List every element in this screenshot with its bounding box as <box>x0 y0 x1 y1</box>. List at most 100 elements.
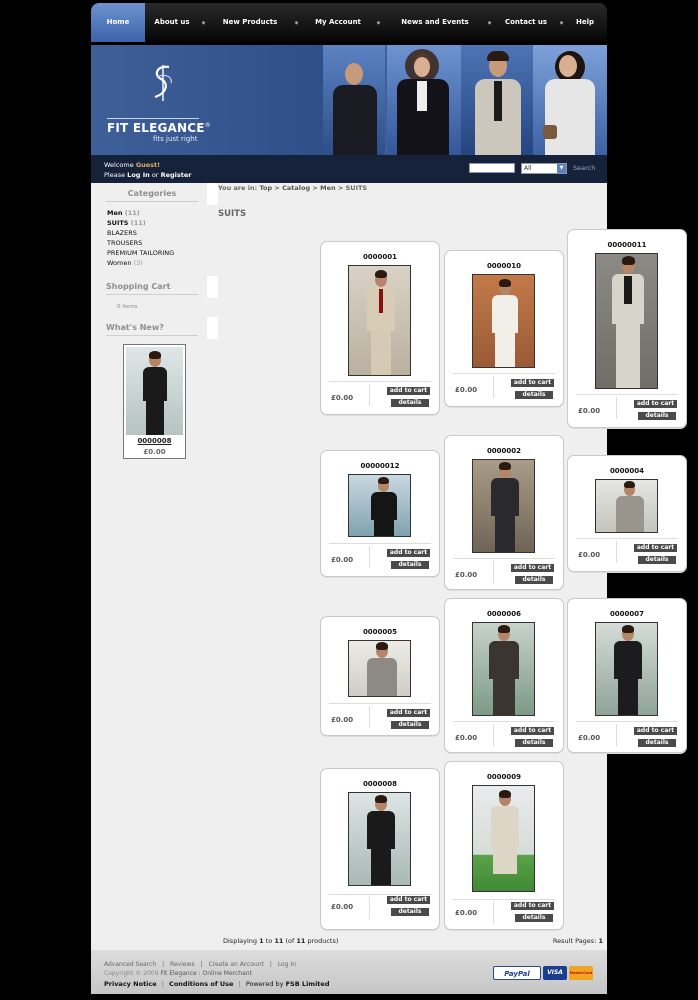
product-image[interactable] <box>595 253 658 389</box>
breadcrumb-men[interactable]: Men <box>320 184 336 192</box>
product-code[interactable]: 0000006 <box>445 610 563 618</box>
chevron-down-icon: ▼ <box>557 164 566 173</box>
add-to-cart-button[interactable]: add to cart <box>511 379 554 387</box>
add-to-cart-button[interactable]: add to cart <box>387 896 430 904</box>
details-button[interactable]: details <box>638 556 676 564</box>
hero-banner: FIT ELEGANCE® fits just right <box>91 45 607 155</box>
product-code[interactable]: 0000004 <box>568 467 686 475</box>
product-price: £0.00 <box>578 734 601 742</box>
brand-logo[interactable]: FIT ELEGANCE® fits just right <box>107 59 211 149</box>
product-code[interactable]: 00000011 <box>568 241 686 249</box>
product-image[interactable] <box>595 622 658 716</box>
nav-home[interactable]: Home <box>91 3 145 42</box>
product-image[interactable] <box>348 640 411 697</box>
product-code[interactable]: 0000002 <box>445 447 563 455</box>
breadcrumb-top[interactable]: Top <box>259 184 272 192</box>
nav-news-events[interactable]: News and Events <box>399 3 471 42</box>
nav-help[interactable]: Help <box>569 3 601 42</box>
star-icon: ✷ <box>376 20 382 27</box>
search-button[interactable]: Search <box>573 164 595 172</box>
product-image[interactable] <box>472 274 535 368</box>
product-image[interactable] <box>472 459 535 553</box>
add-to-cart-button[interactable]: add to cart <box>511 902 554 910</box>
add-to-cart-button[interactable]: add to cart <box>387 709 430 717</box>
add-to-cart-button[interactable]: add to cart <box>387 387 430 395</box>
details-button[interactable]: details <box>638 739 676 747</box>
product-code[interactable]: 0000007 <box>568 610 686 618</box>
product-price: £0.00 <box>331 394 354 402</box>
product-image[interactable] <box>472 785 535 892</box>
create-account-link[interactable]: Create an Account <box>208 961 263 968</box>
product-image[interactable] <box>595 479 658 533</box>
welcome-message: Welcome Guest! Please Log In or Register <box>104 161 192 179</box>
category-suits[interactable]: SUITS (11) <box>107 219 146 227</box>
page-current[interactable]: 1 <box>598 937 603 945</box>
nav-my-account[interactable]: My Account <box>309 3 367 42</box>
login-link[interactable]: Log In <box>127 171 150 179</box>
add-to-cart-button[interactable]: add to cart <box>634 544 677 552</box>
product-code[interactable]: 00000012 <box>321 462 439 470</box>
register-link[interactable]: Register <box>161 171 192 179</box>
category-blazers[interactable]: BLAZERS <box>107 229 137 237</box>
details-button[interactable]: details <box>515 914 553 922</box>
breadcrumb: You are in: Top > Catalog > Men > SUITS <box>218 184 368 192</box>
product-code[interactable]: 0000008 <box>321 780 439 788</box>
product-price: £0.00 <box>331 716 354 724</box>
whats-new-product[interactable]: 0000008 £0.00 <box>123 344 186 459</box>
nav-about-us[interactable]: About us <box>149 3 195 42</box>
whats-new-heading[interactable]: What's New? <box>106 323 198 336</box>
product-price: £0.00 <box>455 734 478 742</box>
fsb-limited-link[interactable]: FSB Limited <box>286 980 330 988</box>
product-image[interactable] <box>348 474 411 537</box>
logo-divider <box>107 118 199 119</box>
product-image[interactable] <box>472 622 535 716</box>
product-card: 0000005 £0.00 add to cart details <box>320 616 440 736</box>
product-price: £0.00 <box>578 551 601 559</box>
reviews-link[interactable]: Reviews <box>170 961 195 968</box>
star-icon: ✷ <box>201 20 207 27</box>
nav-contact-us[interactable]: Contact us <box>501 3 551 42</box>
product-code[interactable]: 0000010 <box>445 262 563 270</box>
breadcrumb-catalog[interactable]: Catalog <box>282 184 310 192</box>
product-card: 0000004 £0.00 add to cart details <box>567 455 687 572</box>
brand-name: FIT ELEGANCE® <box>107 121 211 135</box>
product-code[interactable]: 0000001 <box>321 253 439 261</box>
product-price: £0.00 <box>455 909 478 917</box>
advanced-search-link[interactable]: Advanced Search <box>104 961 156 968</box>
add-to-cart-button[interactable]: add to cart <box>634 400 677 408</box>
add-to-cart-button[interactable]: add to cart <box>387 549 430 557</box>
category-women[interactable]: Women (3) <box>107 259 143 267</box>
footer-login-link[interactable]: Log In <box>278 961 296 968</box>
product-code-link[interactable]: 0000008 <box>124 437 185 445</box>
details-button[interactable]: details <box>515 391 553 399</box>
details-button[interactable]: details <box>515 576 553 584</box>
add-to-cart-button[interactable]: add to cart <box>511 564 554 572</box>
mastercard-logo: MasterCard <box>569 966 593 980</box>
product-code[interactable]: 0000009 <box>445 773 563 781</box>
details-button[interactable]: details <box>515 739 553 747</box>
add-to-cart-button[interactable]: add to cart <box>511 727 554 735</box>
product-code[interactable]: 0000005 <box>321 628 439 636</box>
category-trousers[interactable]: TROUSERS <box>107 239 142 247</box>
search-input[interactable] <box>469 163 515 173</box>
product-image[interactable] <box>348 792 411 886</box>
details-button[interactable]: details <box>391 561 429 569</box>
account-bar: Welcome Guest! Please Log In or Register… <box>91 155 607 183</box>
footer: Advanced Search | Reviews | Create an Ac… <box>91 950 607 994</box>
product-image[interactable] <box>348 265 411 376</box>
search-category-select[interactable]: All ▼ <box>521 163 567 174</box>
category-men[interactable]: Men (11) <box>107 209 140 217</box>
product-card: 00000011 £0.00 add to cart details <box>567 229 687 428</box>
privacy-notice-link[interactable]: Privacy Notice <box>104 980 157 988</box>
category-premium-tailoring[interactable]: PREMIUM TAILORING <box>107 249 174 257</box>
details-button[interactable]: details <box>391 399 429 407</box>
nav-new-products[interactable]: New Products <box>215 3 285 42</box>
details-button[interactable]: details <box>638 412 676 420</box>
add-to-cart-button[interactable]: add to cart <box>634 727 677 735</box>
product-image[interactable] <box>126 347 183 435</box>
details-button[interactable]: details <box>391 908 429 916</box>
shopping-cart-heading[interactable]: Shopping Cart <box>106 282 198 295</box>
star-icon: ✷ <box>487 20 493 27</box>
conditions-of-use-link[interactable]: Conditions of Use <box>169 980 233 988</box>
details-button[interactable]: details <box>391 721 429 729</box>
